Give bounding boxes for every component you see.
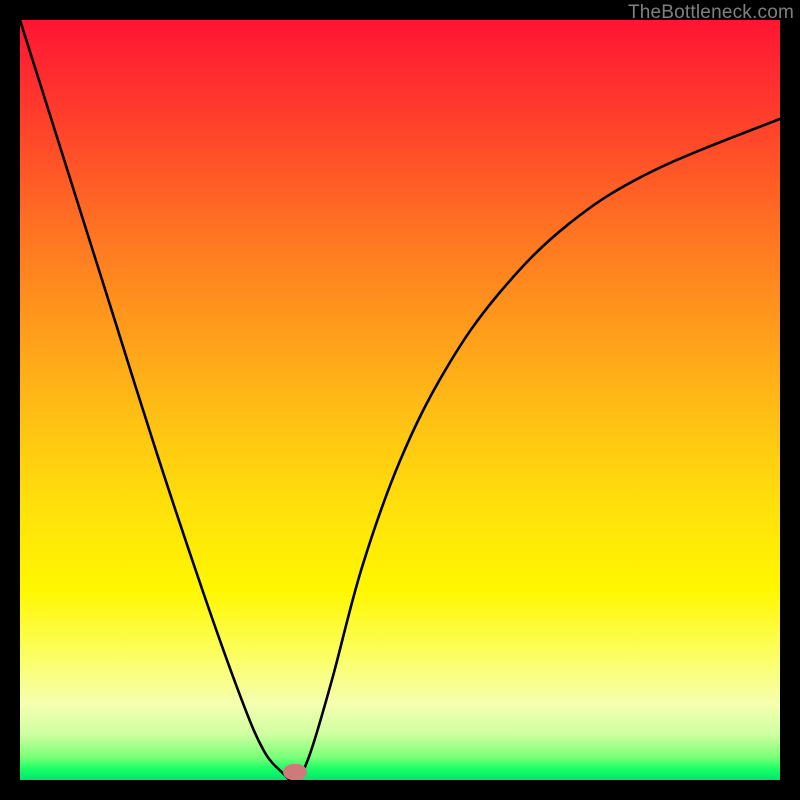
chart-outer-frame: TheBottleneck.com: [0, 0, 800, 800]
curve-path: [20, 20, 780, 780]
min-marker: [283, 764, 307, 780]
watermark-text: TheBottleneck.com: [628, 2, 794, 24]
bottleneck-curve: [20, 20, 780, 780]
chart-plot-area: [20, 20, 780, 780]
